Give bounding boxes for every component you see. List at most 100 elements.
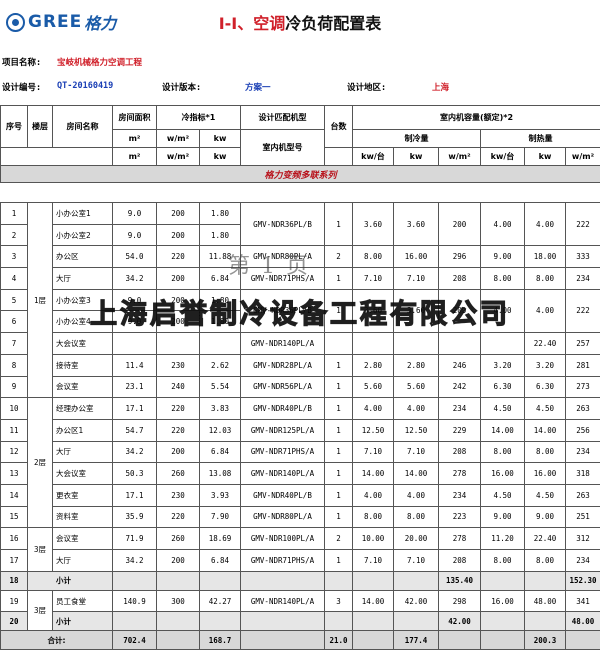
value-units: 1: [325, 398, 353, 420]
room-name: 更衣室: [53, 484, 113, 506]
merged-c_wm2: 200: [439, 203, 481, 246]
merged-c_kw: 3.60: [394, 289, 439, 332]
table-row: 13大会议室50.326013.08GMV-NDR140PL/A114.0014…: [1, 463, 600, 485]
value-c_wm2: 229: [439, 419, 481, 441]
room-area: 23.1: [113, 376, 157, 398]
value-c_kw: 12.50: [394, 419, 439, 441]
floor-label: 3层: [28, 590, 53, 631]
cooling-index-wm2: 200: [157, 311, 200, 333]
value-c_per: 10.00: [353, 528, 394, 550]
table-row: 4大厅34.22006.84GMV-NDR71PHS/A17.107.10208…: [1, 268, 600, 290]
room-name: 大厅: [53, 441, 113, 463]
cooling-index-kw: 6.84: [200, 268, 241, 290]
row-number: 1: [1, 203, 28, 225]
value-c_wm2: 242: [439, 376, 481, 398]
cooling-index-wm2: 300: [157, 590, 200, 612]
cooling-index-wm2: 200: [157, 268, 200, 290]
value-h_per: 4.50: [481, 398, 525, 420]
cooling-index-kw: 6.84: [200, 550, 241, 572]
value-c_kw: 14.00: [394, 463, 439, 485]
header-heat-wm2: w/m²: [566, 148, 600, 166]
value-units: 1: [325, 550, 353, 572]
subtotal-number: 18: [1, 571, 28, 590]
header-unit-wm2: w/m²: [157, 130, 200, 148]
subtotal-empty: [241, 612, 325, 631]
row-number: 6: [1, 311, 28, 333]
value-h_per: 3.20: [481, 354, 525, 376]
value-units: 1: [325, 354, 353, 376]
value-units: 1: [325, 441, 353, 463]
row-number: 13: [1, 463, 28, 485]
header-heat-kw-per: kw/台: [481, 148, 525, 166]
value-h_kw: 48.00: [525, 590, 566, 612]
merged-c_per: 3.60: [353, 289, 394, 332]
value-h_wm2: 273: [566, 376, 600, 398]
value-c_kw: [394, 333, 439, 355]
value-h_wm2: 251: [566, 506, 600, 528]
subtotal-empty: [525, 612, 566, 631]
row-number: 12: [1, 441, 28, 463]
indoor-model: GMV-NDR125PL/A: [241, 419, 325, 441]
design-version-value: 方案一: [245, 81, 271, 93]
total-kw: 168.7: [200, 631, 241, 650]
value-h_per: 8.00: [481, 268, 525, 290]
value-h_kw: 22.40: [525, 333, 566, 355]
cooling-index-wm2: 260: [157, 463, 200, 485]
total-empty: [481, 631, 525, 650]
room-name: 办公区: [53, 246, 113, 268]
value-h_wm2: 263: [566, 484, 600, 506]
value-h_wm2: 312: [566, 528, 600, 550]
cooling-index-wm2: 240: [157, 376, 200, 398]
cooling-load-body: 11层小办公室19.02001.80GMV-NDR36PL/B13.603.60…: [0, 202, 600, 650]
cooling-index-wm2: 220: [157, 506, 200, 528]
design-region-value: 上海: [432, 81, 449, 93]
room-name: 大厅: [53, 268, 113, 290]
subtotal-cooling-kw: 135.40: [439, 571, 481, 590]
cooling-index-wm2: 200: [157, 289, 200, 311]
total-cooling-kw: 177.4: [394, 631, 439, 650]
cooling-index-kw: 2.62: [200, 354, 241, 376]
design-region-label: 设计地区:: [347, 81, 386, 93]
cooling-index-wm2: 200: [157, 441, 200, 463]
header-indoor-capacity: 室内机容量(额定)*2: [353, 106, 600, 130]
subtotal-label: 小计: [28, 571, 113, 590]
cooling-index-kw: 1.80: [200, 289, 241, 311]
value-h_kw: 18.00: [525, 246, 566, 268]
subtotal-heating-kw: 152.30: [566, 571, 600, 590]
value-c_kw: 42.00: [394, 590, 439, 612]
cooling-index-wm2: 260: [157, 528, 200, 550]
room-area: 54.0: [113, 246, 157, 268]
header-unit-wm2-b: w/m²: [157, 148, 200, 166]
value-c_wm2: 278: [439, 528, 481, 550]
cooling-index-kw: 1.80: [200, 203, 241, 225]
room-area: 35.9: [113, 506, 157, 528]
room-area: 9.0: [113, 224, 157, 246]
value-c_wm2: 223: [439, 506, 481, 528]
section-title: 格力变频多联系列: [1, 166, 600, 183]
subtotal-empty: [394, 612, 439, 631]
table-row: 11办公区154.722012.03GMV-NDR125PL/A112.5012…: [1, 419, 600, 441]
table-row: 11层小办公室19.02001.80GMV-NDR36PL/B13.603.60…: [1, 203, 600, 225]
header-cool-kw: kw: [394, 148, 439, 166]
room-area: 140.9: [113, 590, 157, 612]
row-number: 19: [1, 590, 28, 612]
value-c_wm2: 208: [439, 550, 481, 572]
cooling-index-kw: 12.03: [200, 419, 241, 441]
room-area: 71.9: [113, 528, 157, 550]
subtotal-label: 小计: [53, 612, 113, 631]
design-no-value: QT-20160419: [57, 81, 113, 91]
value-h_wm2: 256: [566, 419, 600, 441]
subtotal-empty: [113, 571, 157, 590]
room-area: 9.0: [113, 289, 157, 311]
header-design-model-group: 设计匹配机型: [241, 106, 325, 130]
subtotal-empty: [200, 571, 241, 590]
merged-h_per: 4.00: [481, 203, 525, 246]
indoor-model: GMV-NDR56PL/A: [241, 376, 325, 398]
cooling-load-table: 序号 楼层 房间名称 房间面积 冷指标*1 设计匹配机型 台数 室内机容量(额定…: [0, 105, 600, 183]
value-c_kw: 20.00: [394, 528, 439, 550]
subtotal-row: 20小计42.0048.00: [1, 612, 600, 631]
value-units: 1: [325, 484, 353, 506]
value-c_wm2: 298: [439, 590, 481, 612]
room-name: 接待室: [53, 354, 113, 376]
total-row: 合计:702.4168.721.0177.4200.3: [1, 631, 600, 650]
